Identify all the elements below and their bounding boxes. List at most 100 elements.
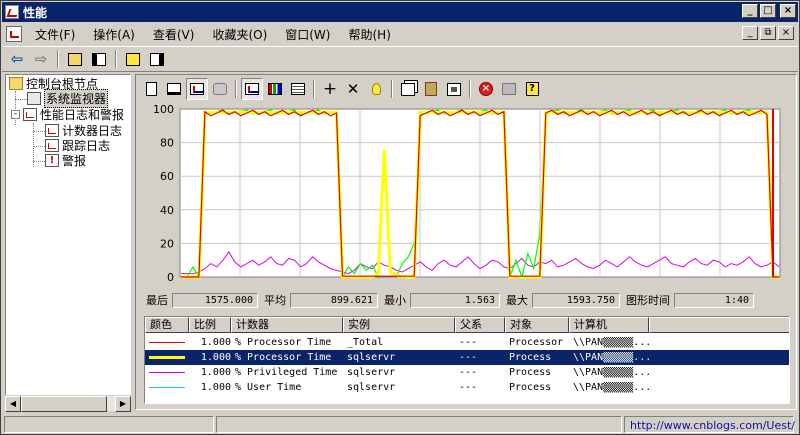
legend-computer: \\PAN▒▒▒▒▒... bbox=[573, 352, 649, 363]
current-activity-icon bbox=[190, 83, 204, 95]
legend-color-swatch bbox=[145, 382, 189, 393]
legend-counter: % User Time bbox=[235, 382, 302, 393]
menu-action[interactable]: 操作(A) bbox=[84, 24, 144, 45]
counter-legend: 颜色 比例 计数器 实例 父系 对象 计算机 1.000 % Processor … bbox=[144, 316, 790, 404]
column-header-parent[interactable]: 父系 bbox=[455, 317, 505, 333]
console-tree-button[interactable] bbox=[146, 49, 168, 69]
toolbar-separator bbox=[313, 80, 315, 98]
clear-icon bbox=[167, 83, 181, 95]
add-counter-button[interactable]: + bbox=[319, 78, 341, 100]
legend-parent: --- bbox=[459, 382, 478, 393]
scroll-right-button[interactable]: ▶ bbox=[115, 396, 131, 412]
toolbar-separator bbox=[469, 80, 471, 98]
column-header-object[interactable]: 对象 bbox=[505, 317, 569, 333]
tree-toggle-icon bbox=[92, 52, 106, 66]
mdi-restore-button[interactable]: ⧉ bbox=[760, 26, 776, 40]
view-graph-button[interactable] bbox=[241, 78, 263, 100]
menu-view[interactable]: 查看(V) bbox=[144, 24, 204, 45]
system-monitor-pane: + ✕ × ? 100 80 60 40 20 0 最后 1575.000 平均 899.… bbox=[135, 74, 797, 410]
help-icon: ? bbox=[525, 82, 539, 96]
current-activity-button[interactable] bbox=[186, 78, 208, 100]
performance-graph[interactable]: 100 80 60 40 20 0 bbox=[140, 103, 794, 289]
y-tick-label: 20 bbox=[160, 237, 174, 250]
clear-display-button[interactable] bbox=[163, 78, 185, 100]
menu-help[interactable]: 帮助(H) bbox=[339, 24, 399, 45]
legend-scale: 1.000 bbox=[200, 382, 231, 393]
view-report-button[interactable] bbox=[287, 78, 309, 100]
back-button[interactable]: ⇦ bbox=[6, 49, 28, 69]
freeze-display-button[interactable]: × bbox=[475, 78, 497, 100]
copy-properties-button[interactable] bbox=[397, 78, 419, 100]
legend-counter: % Processor Time bbox=[235, 337, 332, 348]
mdi-close-button[interactable]: × bbox=[778, 26, 794, 40]
view-log-data-button[interactable] bbox=[209, 78, 231, 100]
monitor-help-button[interactable]: ? bbox=[521, 78, 543, 100]
menu-bar: 文件(F) 操作(A) 查看(V) 收藏夹(O) 窗口(W) 帮助(H) _ ⧉… bbox=[2, 23, 798, 45]
highlight-button[interactable] bbox=[365, 78, 387, 100]
legend-row[interactable]: 1.000 % User Time sqlservr --- Process \\PAN▒… bbox=[145, 380, 789, 395]
last-value: 1575.000 bbox=[172, 292, 258, 308]
graph-time-label: 图形时间 bbox=[626, 294, 670, 307]
column-header-instance[interactable]: 实例 bbox=[343, 317, 455, 333]
mdi-controls: _ ⧉ × bbox=[742, 26, 794, 40]
legend-instance: sqlservr bbox=[347, 382, 396, 393]
show-hide-tree-button[interactable] bbox=[88, 49, 110, 69]
title-bar[interactable]: 性能 _ □ × bbox=[2, 2, 798, 22]
new-counter-set-button[interactable] bbox=[140, 78, 162, 100]
alert-icon: ! bbox=[45, 154, 59, 167]
view-histogram-button[interactable] bbox=[264, 78, 286, 100]
close-button[interactable]: × bbox=[780, 4, 796, 18]
line-chart: 100 80 60 40 20 0 bbox=[153, 103, 781, 284]
update-data-button[interactable] bbox=[498, 78, 520, 100]
legend-computer: \\PAN▒▒▒▒▒... bbox=[573, 337, 649, 348]
menu-favorites[interactable]: 收藏夹(O) bbox=[203, 24, 276, 45]
monitor-toolbar: + ✕ × ? bbox=[140, 77, 543, 101]
menu-window[interactable]: 窗口(W) bbox=[276, 24, 339, 45]
tree-connector bbox=[33, 146, 45, 147]
scroll-left-button[interactable]: ◀ bbox=[5, 396, 21, 412]
collapse-icon[interactable]: - bbox=[11, 110, 20, 119]
maximize-button[interactable]: □ bbox=[760, 4, 776, 18]
performance-window: 性能 _ □ × 文件(F) 操作(A) 查看(V) 收藏夹(O) 窗口(W) … bbox=[0, 0, 800, 435]
delete-counter-button[interactable]: ✕ bbox=[342, 78, 364, 100]
maximum-value: 1593.750 bbox=[532, 292, 620, 308]
properties-button[interactable] bbox=[443, 78, 465, 100]
scrollbar-thumb[interactable] bbox=[21, 396, 107, 412]
minimize-button[interactable]: _ bbox=[742, 4, 758, 18]
forward-button[interactable]: ⇨ bbox=[30, 49, 52, 69]
legend-row[interactable]: 1.000 % Processor Time sqlservr --- Process \… bbox=[145, 350, 789, 365]
help-button[interactable] bbox=[122, 49, 144, 69]
value-bar: 最后 1575.000 平均 899.621 最小 1.563 最大 1593.… bbox=[140, 291, 794, 309]
document-icon[interactable] bbox=[6, 26, 22, 42]
column-header-counter[interactable]: 计数器 bbox=[231, 317, 343, 333]
graph-icon bbox=[245, 83, 259, 95]
column-header-scale[interactable]: 比例 bbox=[189, 317, 231, 333]
main-toolbar: ⇦ ⇨ bbox=[2, 46, 798, 72]
legend-computer: \\PAN▒▒▒▒▒... bbox=[573, 382, 649, 393]
menu-file[interactable]: 文件(F) bbox=[26, 24, 84, 45]
toolbar-separator bbox=[115, 50, 117, 68]
legend-row[interactable]: 1.000 % Privileged Time sqlservr --- Process… bbox=[145, 365, 789, 380]
status-pane-middle bbox=[216, 415, 622, 433]
status-pane-left bbox=[4, 415, 214, 433]
legend-row[interactable]: 1.000 % Processor Time _Total --- Processor \… bbox=[145, 335, 789, 350]
paste-counter-list-button[interactable] bbox=[420, 78, 442, 100]
tree-item-alerts[interactable]: ! 警报 bbox=[45, 153, 86, 168]
y-tick-label: 60 bbox=[160, 170, 174, 183]
tree-item-system-monitor[interactable]: 系统监视器 bbox=[27, 89, 109, 108]
watermark-url: http://www.cnblogs.com/Uest/ bbox=[630, 419, 795, 432]
average-value: 899.621 bbox=[290, 292, 378, 308]
column-header-spacer bbox=[649, 317, 789, 333]
tree-item-counter-logs[interactable]: 计数器日志 bbox=[45, 123, 122, 138]
minimum-label: 最小 bbox=[384, 294, 406, 307]
column-header-color[interactable]: 颜色 bbox=[145, 317, 189, 333]
column-header-computer[interactable]: 计算机 bbox=[569, 317, 649, 333]
up-level-button[interactable] bbox=[64, 49, 86, 69]
tree-item-trace-logs[interactable]: 跟踪日志 bbox=[45, 138, 110, 153]
delete-icon: ✕ bbox=[346, 80, 360, 98]
mdi-minimize-button[interactable]: _ bbox=[742, 26, 758, 40]
tree-item-perf-logs[interactable]: - 性能日志和警报 bbox=[11, 107, 124, 122]
tree-horizontal-scrollbar[interactable]: ◀ ▶ bbox=[5, 395, 131, 412]
performance-app-icon[interactable] bbox=[5, 5, 19, 19]
average-label: 平均 bbox=[264, 294, 286, 307]
